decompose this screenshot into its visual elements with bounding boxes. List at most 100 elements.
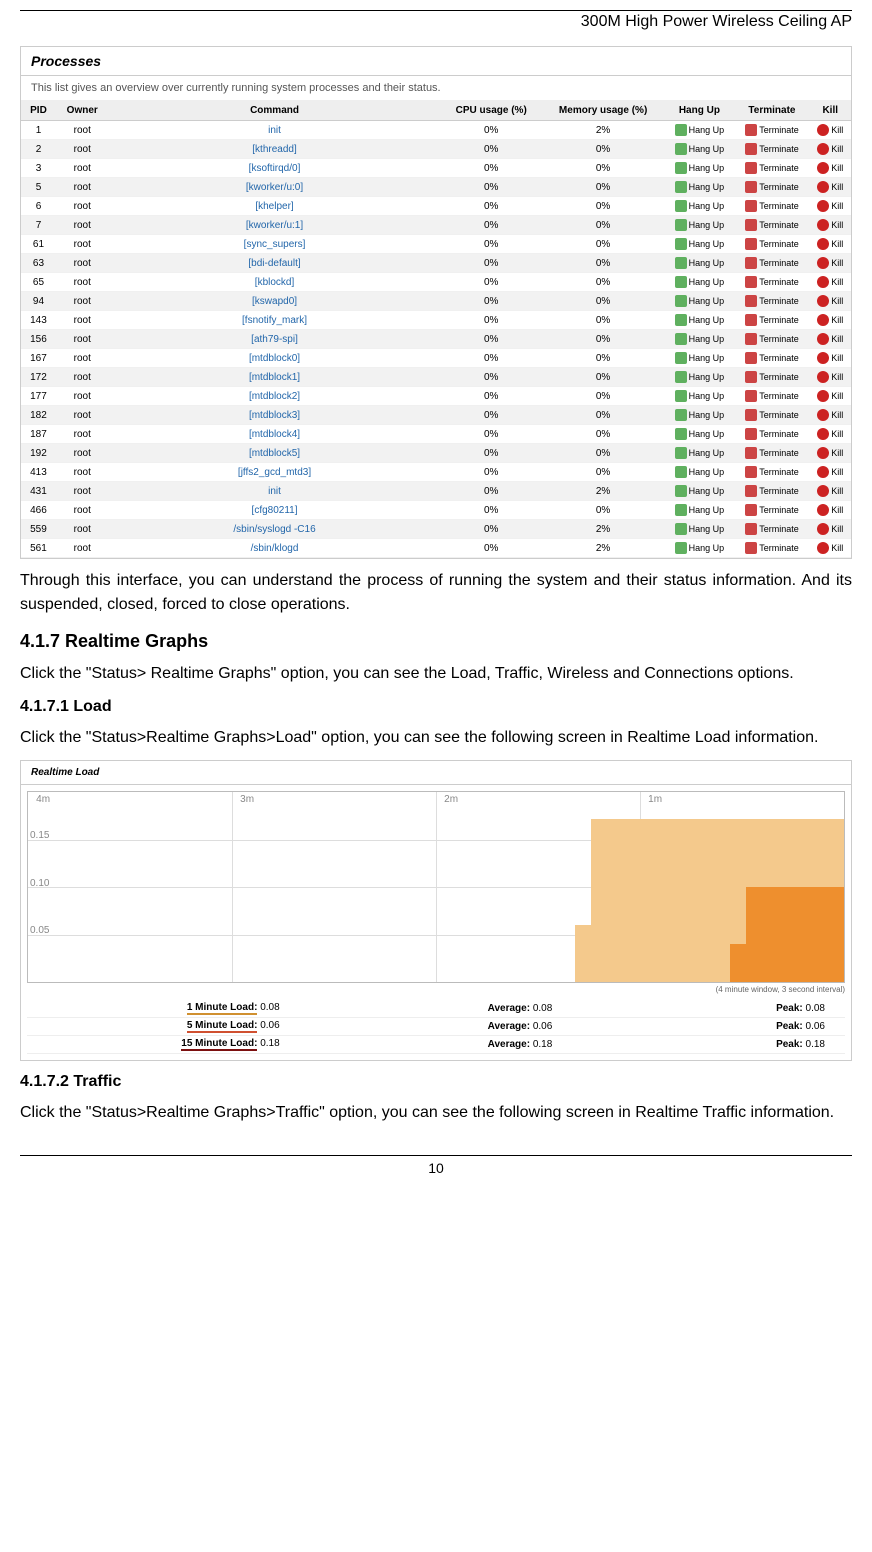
kill-button[interactable]: Kill xyxy=(809,140,851,159)
kill-button[interactable]: Kill xyxy=(809,178,851,197)
hangup-button[interactable]: Hang Up xyxy=(664,273,734,292)
table-row: 1rootinit0%2%Hang UpTerminateKill xyxy=(21,121,851,140)
kill-icon xyxy=(817,409,829,421)
kill-button[interactable]: Kill xyxy=(809,501,851,520)
stat-5m-avg-key: Average: xyxy=(488,1021,530,1032)
hangup-button[interactable]: Hang Up xyxy=(664,425,734,444)
hangup-button[interactable]: Hang Up xyxy=(664,254,734,273)
graph-xlabel: 4m xyxy=(36,794,50,805)
hangup-button[interactable]: Hang Up xyxy=(664,292,734,311)
hangup-button[interactable]: Hang Up xyxy=(664,368,734,387)
table-row: 94root[kswapd0]0%0%Hang UpTerminateKill xyxy=(21,292,851,311)
kill-button[interactable]: Kill xyxy=(809,349,851,368)
cell-mem: 2% xyxy=(542,482,664,501)
hangup-button[interactable]: Hang Up xyxy=(664,330,734,349)
heading-417: 4.1.7 Realtime Graphs xyxy=(20,631,852,652)
kill-button[interactable]: Kill xyxy=(809,121,851,140)
kill-button[interactable]: Kill xyxy=(809,235,851,254)
heading-4171: 4.1.7.1 Load xyxy=(20,698,852,716)
stat-15m-key: 15 Minute Load: xyxy=(181,1038,257,1049)
hangup-button[interactable]: Hang Up xyxy=(664,197,734,216)
kill-button[interactable]: Kill xyxy=(809,482,851,501)
terminate-button[interactable]: Terminate xyxy=(734,368,809,387)
processes-panel: Processes This list gives an overview ov… xyxy=(20,46,852,559)
terminate-button[interactable]: Terminate xyxy=(734,178,809,197)
hangup-button[interactable]: Hang Up xyxy=(664,140,734,159)
kill-button[interactable]: Kill xyxy=(809,425,851,444)
terminate-button[interactable]: Terminate xyxy=(734,501,809,520)
terminate-button[interactable]: Terminate xyxy=(734,197,809,216)
hangup-button[interactable]: Hang Up xyxy=(664,482,734,501)
terminate-button[interactable]: Terminate xyxy=(734,539,809,558)
terminate-button[interactable]: Terminate xyxy=(734,235,809,254)
graph-area-15m xyxy=(575,925,591,982)
kill-icon xyxy=(817,124,829,136)
terminate-button[interactable]: Terminate xyxy=(734,463,809,482)
kill-button[interactable]: Kill xyxy=(809,463,851,482)
cell-mem: 0% xyxy=(542,311,664,330)
kill-button[interactable]: Kill xyxy=(809,311,851,330)
hangup-button[interactable]: Hang Up xyxy=(664,349,734,368)
kill-button[interactable]: Kill xyxy=(809,330,851,349)
processes-table: PID Owner Command CPU usage (%) Memory u… xyxy=(21,101,851,558)
hangup-button[interactable]: Hang Up xyxy=(664,520,734,539)
hangup-icon xyxy=(675,162,687,174)
cell-pid: 413 xyxy=(21,463,56,482)
cell-pid: 172 xyxy=(21,368,56,387)
hangup-button[interactable]: Hang Up xyxy=(664,539,734,558)
terminate-button[interactable]: Terminate xyxy=(734,444,809,463)
hangup-button[interactable]: Hang Up xyxy=(664,159,734,178)
kill-button[interactable]: Kill xyxy=(809,159,851,178)
terminate-button[interactable]: Terminate xyxy=(734,254,809,273)
terminate-button[interactable]: Terminate xyxy=(734,140,809,159)
hangup-button[interactable]: Hang Up xyxy=(664,501,734,520)
terminate-button[interactable]: Terminate xyxy=(734,121,809,140)
terminate-button[interactable]: Terminate xyxy=(734,520,809,539)
kill-button[interactable]: Kill xyxy=(809,254,851,273)
stat-1m-peak-key: Peak: xyxy=(776,1003,803,1014)
kill-button[interactable]: Kill xyxy=(809,292,851,311)
stat-1m-peak-val: 0.08 xyxy=(806,1003,825,1014)
terminate-button[interactable]: Terminate xyxy=(734,349,809,368)
kill-button[interactable]: Kill xyxy=(809,197,851,216)
hangup-button[interactable]: Hang Up xyxy=(664,406,734,425)
terminate-button[interactable]: Terminate xyxy=(734,273,809,292)
kill-button[interactable]: Kill xyxy=(809,273,851,292)
cell-command: [mtdblock4] xyxy=(109,425,441,444)
cell-command: [mtdblock0] xyxy=(109,349,441,368)
terminate-button[interactable]: Terminate xyxy=(734,292,809,311)
hangup-button[interactable]: Hang Up xyxy=(664,216,734,235)
terminate-button[interactable]: Terminate xyxy=(734,216,809,235)
table-row: 6root[khelper]0%0%Hang UpTerminateKill xyxy=(21,197,851,216)
kill-icon xyxy=(817,143,829,155)
cell-mem: 0% xyxy=(542,292,664,311)
cell-command: [mtdblock5] xyxy=(109,444,441,463)
hangup-button[interactable]: Hang Up xyxy=(664,311,734,330)
kill-button[interactable]: Kill xyxy=(809,520,851,539)
terminate-button[interactable]: Terminate xyxy=(734,159,809,178)
kill-button[interactable]: Kill xyxy=(809,216,851,235)
hangup-button[interactable]: Hang Up xyxy=(664,444,734,463)
kill-button[interactable]: Kill xyxy=(809,387,851,406)
hangup-button[interactable]: Hang Up xyxy=(664,121,734,140)
terminate-button[interactable]: Terminate xyxy=(734,406,809,425)
terminate-button[interactable]: Terminate xyxy=(734,330,809,349)
hangup-button[interactable]: Hang Up xyxy=(664,178,734,197)
cell-command: [kworker/u:1] xyxy=(109,216,441,235)
cell-mem: 0% xyxy=(542,444,664,463)
cell-pid: 61 xyxy=(21,235,56,254)
terminate-button[interactable]: Terminate xyxy=(734,311,809,330)
cell-pid: 94 xyxy=(21,292,56,311)
terminate-button[interactable]: Terminate xyxy=(734,482,809,501)
hangup-button[interactable]: Hang Up xyxy=(664,387,734,406)
terminate-button[interactable]: Terminate xyxy=(734,425,809,444)
kill-button[interactable]: Kill xyxy=(809,444,851,463)
kill-icon xyxy=(817,295,829,307)
kill-button[interactable]: Kill xyxy=(809,368,851,387)
kill-button[interactable]: Kill xyxy=(809,406,851,425)
kill-button[interactable]: Kill xyxy=(809,539,851,558)
terminate-button[interactable]: Terminate xyxy=(734,387,809,406)
hangup-button[interactable]: Hang Up xyxy=(664,463,734,482)
hangup-button[interactable]: Hang Up xyxy=(664,235,734,254)
cell-pid: 182 xyxy=(21,406,56,425)
